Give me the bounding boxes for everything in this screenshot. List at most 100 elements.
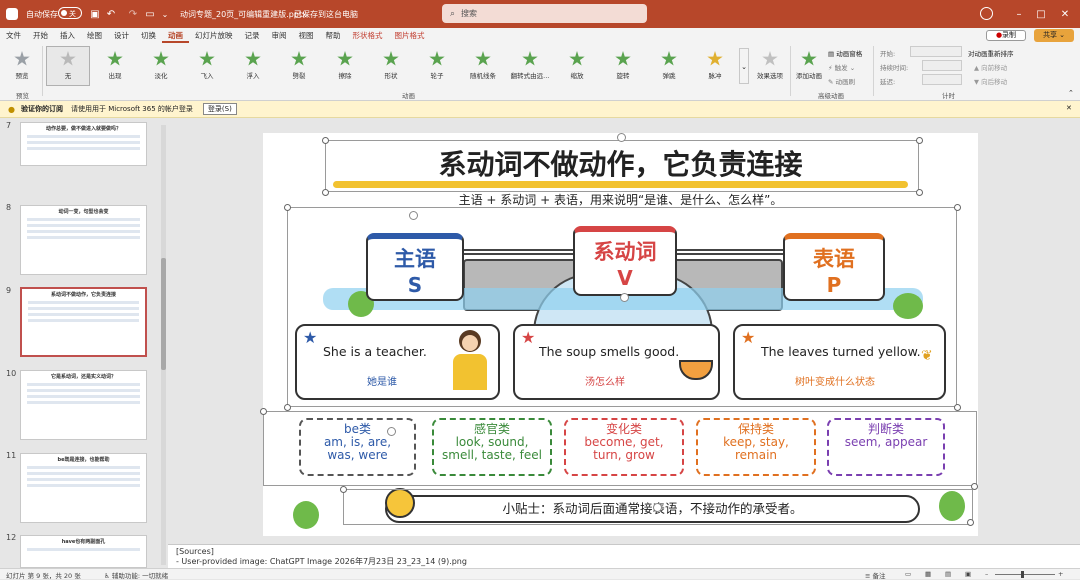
- start-select[interactable]: [910, 46, 962, 57]
- rotate-handle[interactable]: [620, 293, 629, 302]
- resize-handle[interactable]: [322, 137, 329, 144]
- maximize-icon[interactable]: □: [1034, 7, 1048, 21]
- tab-help[interactable]: 帮助: [320, 28, 347, 43]
- group-label-timing: 计时: [942, 92, 955, 100]
- resize-handle[interactable]: [971, 483, 978, 490]
- ribbon-tabs: 文件 开始 插入 绘图 设计 切换 动画 幻灯片放映 记录 审阅 视图 帮助 形…: [0, 28, 1080, 43]
- zoom-star-icon: [569, 51, 585, 66]
- rotate-handle[interactable]: [409, 211, 418, 220]
- tab-insert[interactable]: 插入: [54, 28, 81, 43]
- close-icon[interactable]: ✕: [1058, 7, 1072, 21]
- reading-view-icon[interactable]: ▤: [945, 570, 951, 578]
- slide-thumbnail-12[interactable]: have也有两副面孔: [20, 535, 147, 568]
- rotate-handle[interactable]: [387, 427, 396, 436]
- effect-fade[interactable]: 淡化: [139, 46, 183, 86]
- effect-pulse[interactable]: 脉冲: [693, 46, 737, 86]
- slide-thumbnail-7[interactable]: 动作总要，做不做进入就要做吗？: [20, 122, 147, 166]
- effect-options-button[interactable]: 效果选项: [752, 46, 788, 86]
- rotate-handle[interactable]: [617, 133, 626, 142]
- slide-subtitle[interactable]: 主语 + 系动词 + 表语，用来说明“是谁、是什么、怎么样”。: [263, 191, 978, 208]
- normal-view-icon[interactable]: ▭: [905, 570, 911, 578]
- tab-slideshow[interactable]: 幻灯片放映: [189, 28, 239, 43]
- present-icon[interactable]: ▭: [143, 7, 157, 21]
- zoom-out-icon[interactable]: –: [985, 570, 988, 578]
- zoom-slider[interactable]: [995, 574, 1055, 575]
- effect-zoom[interactable]: 缩放: [555, 46, 599, 86]
- shape-star-icon: [383, 51, 399, 66]
- resize-handle[interactable]: [340, 486, 347, 493]
- close-infobar-icon[interactable]: ✕: [1066, 104, 1072, 112]
- delay-input[interactable]: [922, 74, 962, 85]
- effect-none[interactable]: 无: [46, 46, 90, 86]
- effect-appear[interactable]: 出现: [93, 46, 137, 86]
- slide-thumbnail-10[interactable]: 它是系动词，还是实义动词？: [20, 370, 147, 440]
- title-bar: 自动保存 关 ▣ ↶ ↷ ▭ ⌄ 动词专题_20页_可编辑重建版.pptx 已保…: [0, 0, 1080, 28]
- customize-quick-access-icon[interactable]: ⌄: [158, 7, 172, 21]
- effect-random-bars[interactable]: 随机线条: [461, 46, 505, 86]
- duration-input[interactable]: [922, 60, 962, 71]
- trigger-button[interactable]: ⚡ 触发 ⌄: [828, 62, 855, 72]
- redo-icon[interactable]: ↷: [126, 7, 140, 21]
- effect-bounce[interactable]: 弹跳: [647, 46, 691, 86]
- tab-home[interactable]: 开始: [27, 28, 54, 43]
- resize-handle[interactable]: [284, 204, 291, 211]
- undo-icon[interactable]: ↶: [104, 7, 118, 21]
- resize-handle[interactable]: [954, 204, 961, 211]
- slide-thumbnail-8[interactable]: 动词一变，句型也会变: [20, 205, 147, 275]
- animation-pane-button[interactable]: ▤ 动画窗格: [828, 48, 862, 58]
- resize-handle[interactable]: [260, 408, 267, 415]
- tab-animations[interactable]: 动画: [162, 28, 189, 43]
- resize-handle[interactable]: [284, 404, 291, 411]
- resize-handle[interactable]: [967, 519, 974, 526]
- preview-button[interactable]: 预览: [6, 46, 38, 86]
- tab-draw[interactable]: 绘图: [81, 28, 108, 43]
- reorder-label: 对动画重新排序: [968, 50, 1014, 58]
- tab-file[interactable]: 文件: [0, 28, 27, 43]
- account-avatar[interactable]: [980, 7, 993, 20]
- effect-shape[interactable]: 形状: [369, 46, 413, 86]
- tab-review[interactable]: 审阅: [266, 28, 293, 43]
- zoom-slider-thumb[interactable]: [1021, 571, 1024, 578]
- tab-shape-format[interactable]: 形状格式: [347, 28, 389, 43]
- search-input[interactable]: ⌕ 搜索: [442, 4, 647, 23]
- speaker-notes-pane[interactable]: [Sources] - User-provided image: ChatGPT…: [168, 544, 1080, 568]
- group-label-animation: 动画: [402, 92, 415, 100]
- sorter-view-icon[interactable]: ▦: [925, 570, 931, 578]
- gallery-more-icon[interactable]: ⌄: [739, 48, 749, 84]
- effect-fly-in[interactable]: 飞入: [185, 46, 229, 86]
- tab-picture-format[interactable]: 图片格式: [389, 28, 431, 43]
- thumb-number: 11: [6, 451, 17, 460]
- share-button[interactable]: 共享 ⌄: [1034, 29, 1074, 42]
- effect-split[interactable]: 劈裂: [277, 46, 321, 86]
- effect-float-in[interactable]: 浮入: [231, 46, 275, 86]
- effect-wipe[interactable]: 擦除: [323, 46, 367, 86]
- tab-transitions[interactable]: 切换: [135, 28, 162, 43]
- slide-thumbnail-9[interactable]: 系动词不做动作，它负责连接: [20, 287, 147, 357]
- move-later-button[interactable]: ▼ 向后移动: [974, 76, 1007, 86]
- tab-view[interactable]: 视图: [293, 28, 320, 43]
- zoom-in-icon[interactable]: +: [1058, 570, 1063, 578]
- save-icon[interactable]: ▣: [88, 7, 102, 21]
- sign-in-button[interactable]: 登录(S): [202, 103, 237, 115]
- resize-handle[interactable]: [916, 189, 923, 196]
- slide-thumbnail-11[interactable]: be既是连接，也能帮助: [20, 453, 147, 523]
- add-animation-button[interactable]: 添加动画: [792, 46, 826, 86]
- animation-painter-button[interactable]: ✎ 动画刷: [828, 76, 855, 86]
- slideshow-view-icon[interactable]: ▣: [965, 570, 971, 578]
- slide-canvas[interactable]: 系动词不做动作，它负责连接 主语 + 系动词 + 表语，用来说明“是谁、是什么、…: [260, 133, 978, 536]
- record-button[interactable]: ●录制: [986, 30, 1026, 41]
- move-earlier-button[interactable]: ▲ 向前移动: [974, 62, 1007, 72]
- minimize-icon[interactable]: –: [1012, 7, 1026, 21]
- effect-swivel[interactable]: 旋转: [601, 46, 645, 86]
- resize-handle[interactable]: [916, 137, 923, 144]
- tab-record[interactable]: 记录: [239, 28, 266, 43]
- rotate-handle[interactable]: [653, 503, 662, 512]
- group-label-preview: 预览: [16, 92, 29, 100]
- thumbnails-scrollbar-thumb[interactable]: [161, 258, 166, 370]
- resize-handle[interactable]: [322, 189, 329, 196]
- collapse-ribbon-icon[interactable]: ⌃: [1068, 89, 1074, 97]
- resize-handle[interactable]: [954, 404, 961, 411]
- effect-wheel[interactable]: 轮子: [415, 46, 459, 86]
- effect-grow-turn[interactable]: 翻转式由远...: [507, 46, 553, 86]
- tab-design[interactable]: 设计: [108, 28, 135, 43]
